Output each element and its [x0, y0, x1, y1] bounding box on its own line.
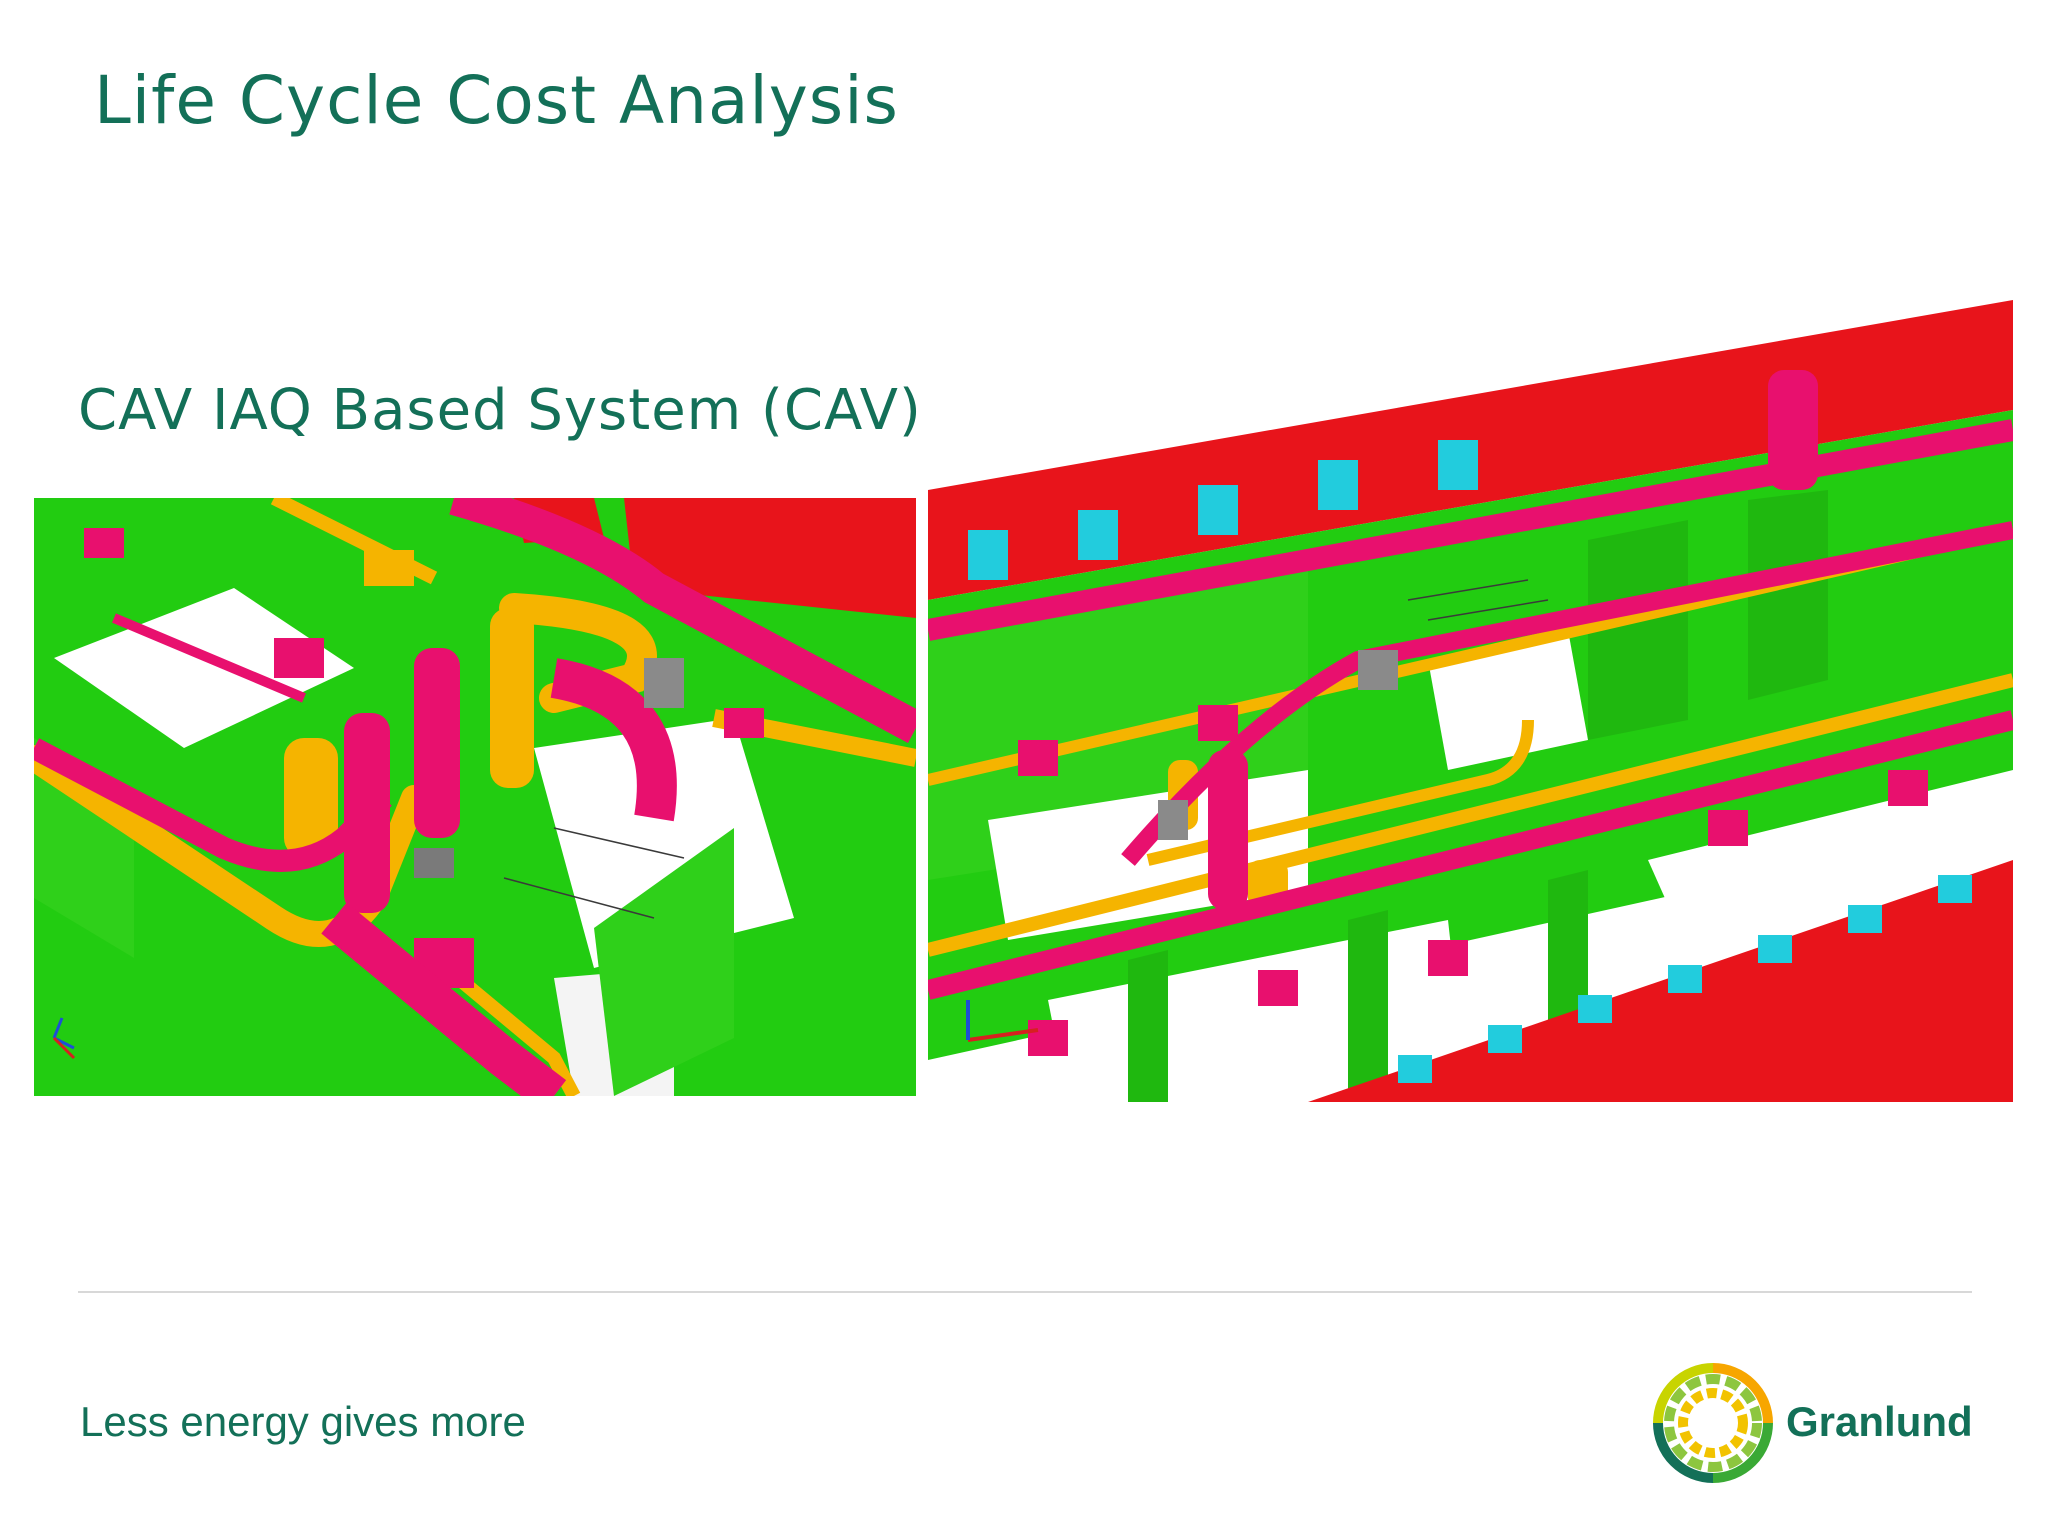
- brand-name: Granlund: [1786, 1398, 1973, 1445]
- hvac-model-image-right: [928, 300, 2013, 1102]
- footer-divider: [78, 1291, 1972, 1293]
- granlund-logo: Granlund: [1650, 1360, 1980, 1490]
- slide-subtitle: CAV IAQ Based System (CAV): [78, 378, 922, 443]
- hvac-model-left-drawing: [34, 498, 916, 1096]
- footer-tagline: Less energy gives more: [80, 1398, 526, 1445]
- hvac-model-right-drawing: [928, 300, 2013, 1102]
- slide-title: Life Cycle Cost Analysis: [94, 62, 899, 139]
- granlund-logo-icon: [1653, 1363, 1773, 1483]
- hvac-model-image-left: [34, 498, 916, 1096]
